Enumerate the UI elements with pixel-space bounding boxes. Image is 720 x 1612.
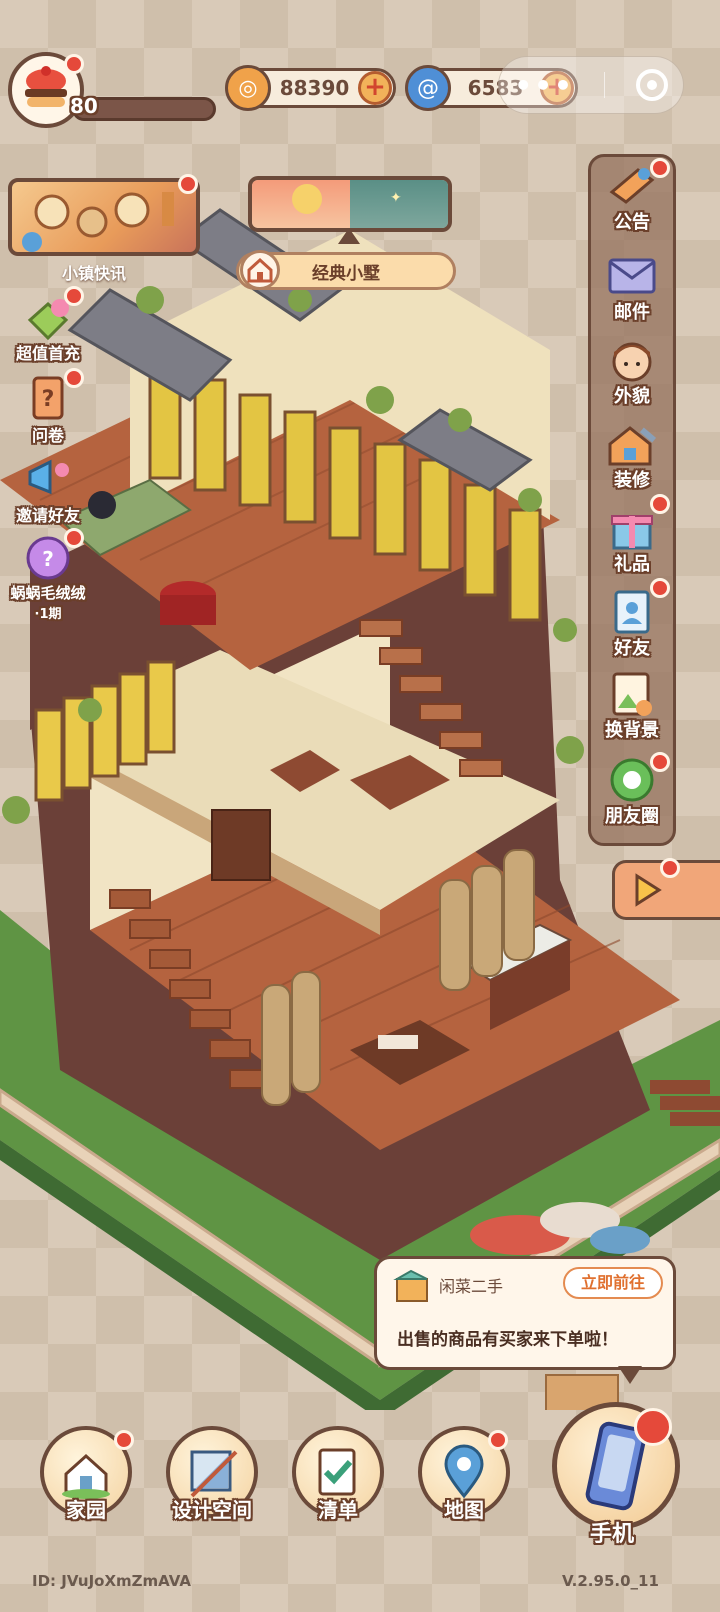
add-coins-button[interactable]: +	[358, 71, 392, 105]
play-arrow-icon	[635, 873, 662, 907]
nav-label-list: 清单	[318, 1498, 358, 1522]
background-image-icon	[604, 670, 660, 718]
avatar-notification-dot	[64, 54, 84, 74]
menu-label-appearance: 外貌	[614, 386, 650, 407]
nav-label-phone: 手机	[590, 1522, 635, 1547]
capsule-divider	[604, 72, 606, 98]
notice-notification-dot	[650, 158, 670, 178]
svg-text:?: ?	[42, 547, 54, 571]
go-now-button[interactable]: 立即前往	[563, 1267, 663, 1299]
more-dots-icon[interactable]: •••	[514, 69, 574, 102]
expand-notification-dot	[660, 858, 680, 878]
menu-item-moments[interactable]: 朋友圈	[592, 752, 672, 828]
town-news-label: 小镇快讯	[62, 264, 127, 283]
parcel-box-icon	[393, 1269, 428, 1302]
survey-notification-dot	[64, 368, 84, 388]
night-sky: ✦	[350, 180, 448, 228]
menu-item-appearance[interactable]: 外貌	[592, 336, 672, 408]
menu-label-recharge: 超值首充	[15, 344, 80, 363]
menu-label-decorate: 装修	[614, 470, 650, 491]
coins-value: 88390	[279, 76, 350, 100]
player-level: 80	[70, 94, 98, 118]
swirl-gem-icon: @	[405, 65, 451, 111]
menu-sublabel-wool: ·1期	[34, 607, 62, 622]
wool-notification-dot	[64, 528, 84, 548]
secondhand-notification[interactable]: 闲菜二手 立即前往 出售的商品有买家来下单啦！	[374, 1256, 676, 1370]
mini-program-capsule: •••	[498, 56, 684, 114]
menu-item-wool[interactable]: ? 蜗蜗毛绒绒 ·1期	[4, 528, 92, 622]
gift-notification-dot	[650, 494, 670, 514]
menu-item-survey[interactable]: ? 问卷	[4, 368, 92, 446]
house-style-label: 经典小墅	[312, 263, 380, 284]
home-icon	[240, 250, 280, 290]
gift-box-icon	[604, 504, 660, 552]
notification-tail-icon	[618, 1366, 642, 1384]
menu-item-mail[interactable]: 邮件	[592, 252, 672, 324]
player-character[interactable]	[88, 491, 116, 519]
shrine-cabinet[interactable]	[211, 809, 271, 881]
nav-label-map: 地图	[444, 1498, 484, 1522]
selector-pointer-icon	[338, 228, 360, 244]
menu-label-wool: 蜗蜗毛绒绒	[10, 584, 86, 602]
notification-message: 出售的商品有买家来下单啦！	[397, 1330, 618, 1350]
coin-icon: ◎	[225, 65, 271, 111]
moments-notification-dot	[650, 752, 670, 772]
menu-label-mail: 邮件	[614, 302, 650, 323]
home-notification-dot	[114, 1430, 134, 1450]
coins-counter[interactable]: ◎ 88390 +	[225, 65, 396, 111]
phone-notification-dot	[634, 1408, 672, 1446]
menu-item-background[interactable]: 换背景	[592, 670, 672, 742]
day-sky	[252, 180, 350, 228]
recharge-notification-dot	[64, 286, 84, 306]
nav-label-home: 家园	[66, 1498, 106, 1522]
menu-label-moments: 朋友圈	[605, 806, 659, 827]
megaphone-icon	[20, 452, 76, 504]
menu-item-decorate[interactable]: 装修	[592, 420, 672, 492]
day-night-toggle[interactable]: ✦	[248, 176, 452, 232]
notification-app-name: 闲菜二手	[439, 1277, 504, 1296]
house-wrench-icon	[604, 420, 660, 468]
menu-item-notice[interactable]: 公告	[592, 158, 672, 234]
friends-notification-dot	[650, 578, 670, 598]
nav-design[interactable]: 设计空间	[164, 1426, 260, 1523]
menu-item-friends[interactable]: 好友	[592, 578, 672, 660]
burger-cake-icon	[25, 66, 67, 107]
menu-item-recharge[interactable]: 超值首充	[4, 286, 92, 364]
menu-label-notice: 公告	[614, 212, 650, 233]
target-circle-icon[interactable]	[635, 69, 668, 101]
envelope-icon	[604, 252, 660, 300]
menu-item-gift[interactable]: 礼品	[592, 494, 672, 576]
town-news-card[interactable]	[8, 178, 200, 256]
friends-book-icon	[604, 588, 660, 636]
menu-label-survey: 问卷	[31, 426, 64, 445]
nav-list[interactable]: 清单	[290, 1426, 386, 1523]
nav-home[interactable]: 家园	[38, 1426, 134, 1523]
svg-text:?: ?	[42, 387, 55, 412]
food-spread-icon	[22, 192, 174, 252]
menu-item-invite[interactable]: 邀请好友	[4, 452, 92, 526]
face-icon	[604, 336, 660, 384]
menu-label-gift: 礼品	[614, 554, 650, 575]
news-notification-dot	[178, 174, 198, 194]
player-id: ID: JVuJoXmZmAVA	[32, 1572, 191, 1590]
menu-label-background: 换背景	[605, 720, 659, 741]
nav-label-design: 设计空间	[172, 1498, 252, 1522]
app-version: V.2.95.0_11	[562, 1572, 659, 1590]
nav-map[interactable]: 地图	[416, 1426, 512, 1523]
map-notification-dot	[488, 1430, 508, 1450]
menu-label-invite: 邀请好友	[15, 506, 80, 525]
menu-label-friends: 好友	[614, 638, 650, 659]
